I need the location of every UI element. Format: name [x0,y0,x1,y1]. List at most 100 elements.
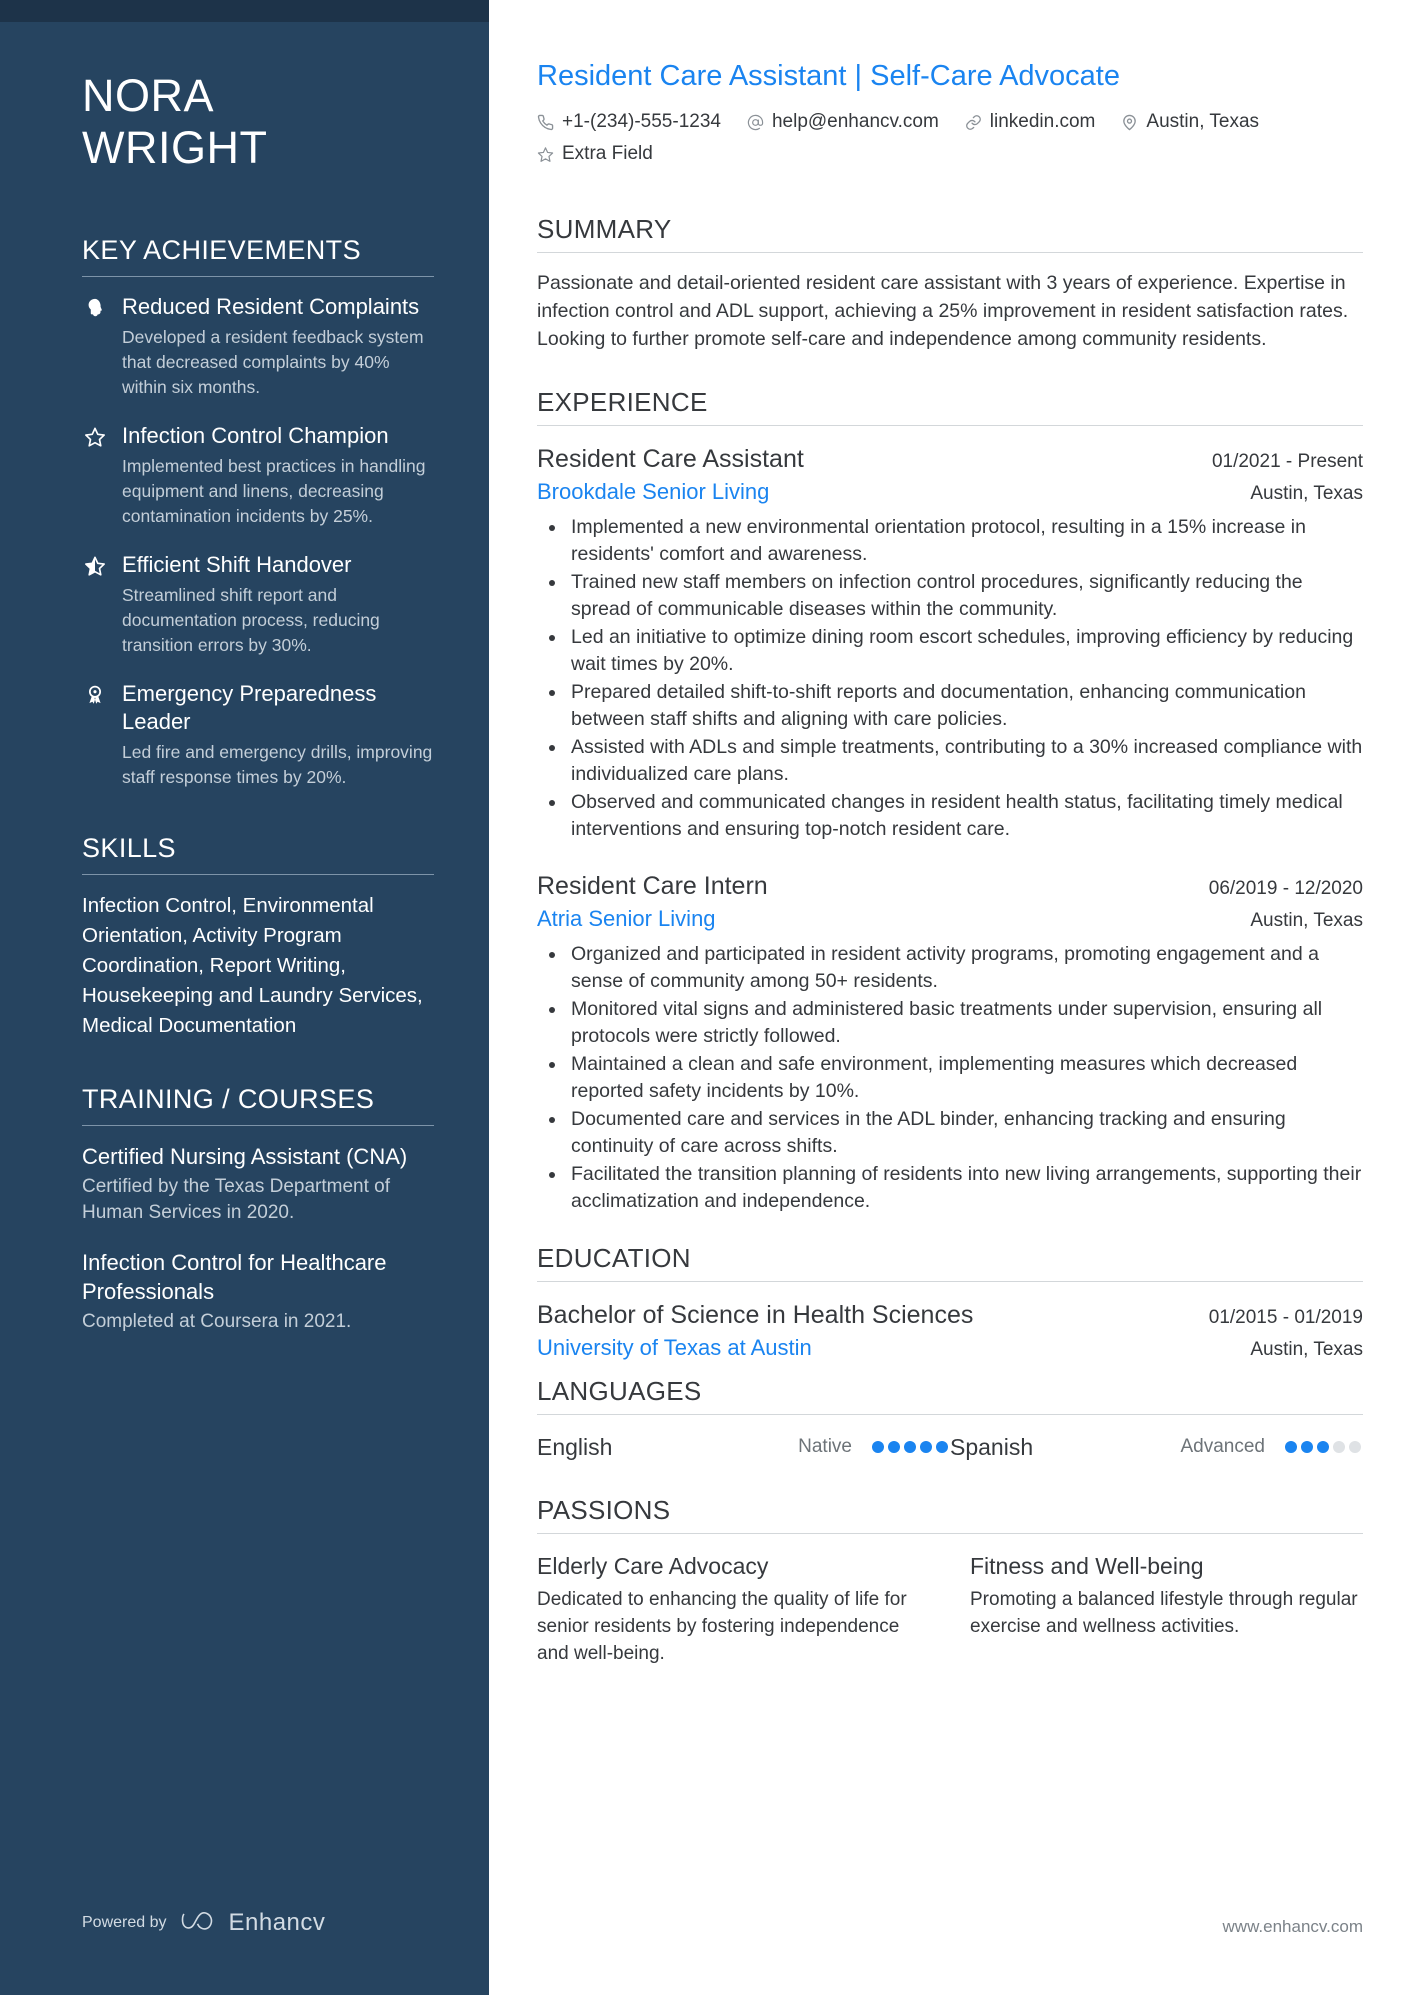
passion-description: Dedicated to enhancing the quality of li… [537,1589,907,1664]
achievement-description: Led fire and emergency drills, improving… [122,742,433,787]
experience-entry: Resident Care Assistant 01/2021 - Presen… [537,442,1363,843]
passions-heading: PASSIONS [537,1495,671,1525]
achievement-item: Reduced Resident Complaints Developed a … [82,293,434,400]
proficiency-dot [920,1441,932,1453]
passions-grid: Elderly Care Advocacy Dedicated to enhan… [537,1550,1363,1667]
bullet-item: Monitored vital signs and administered b… [567,996,1363,1050]
proficiency-dot [936,1441,948,1453]
passion-description: Promoting a balanced lifestyle through r… [970,1589,1358,1637]
contact-row-secondary: Extra Field [537,140,1363,168]
course-item: Infection Control for Healthcare Profess… [82,1248,434,1335]
section-training-courses: TRAINING / COURSES Certified Nursing Ass… [82,1083,434,1335]
passion-title: Elderly Care Advocacy [537,1553,769,1579]
divider [537,1281,1363,1282]
bullet-item: Trained new staff members on infection c… [567,569,1363,623]
education-degree: Bachelor of Science in Health Sciences [537,1301,974,1329]
phone-value: +1-(234)-555-1234 [562,111,721,132]
linkedin-value: linkedin.com [989,111,1096,132]
skills-heading: SKILLS [82,833,176,863]
proficiency-dot [1333,1441,1345,1453]
divider [537,425,1363,426]
experience-dates: 01/2021 - Present [1211,451,1363,472]
contact-phone[interactable]: +1-(234)-555-1234 [537,108,721,136]
experience-dates: 06/2019 - 12/2020 [1208,878,1363,899]
achievement-description: Implemented best practices in handling e… [122,456,426,526]
language-item: English Native [537,1431,950,1463]
contact-email[interactable]: help@enhancv.com [747,108,939,136]
head-profile-icon [82,293,108,400]
language-level: Native [798,1436,852,1457]
experience-bullets: Organized and participated in resident a… [537,941,1363,1215]
first-name: NORA [82,70,215,121]
divider [537,1533,1363,1534]
contact-linkedin[interactable]: linkedin.com [965,108,1096,136]
contact-info: +1-(234)-555-1234 help@enhancv.com linke… [537,108,1363,168]
sidebar-footer: Powered by Enhancv [82,1909,325,1937]
extra-field-value: Extra Field [562,143,653,164]
page-title: Resident Care Assistant | Self-Care Advo… [537,60,1120,92]
proficiency-dot [888,1441,900,1453]
achievement-title: Efficient Shift Handover [122,552,352,577]
divider [82,1125,434,1126]
course-title: Infection Control for Healthcare Profess… [82,1250,387,1304]
bullet-item: Observed and communicated changes in res… [567,789,1363,843]
experience-role: Resident Care Assistant [537,445,804,473]
bullet-item: Documented care and services in the ADL … [567,1106,1363,1160]
powered-by-label: Powered by [82,1914,167,1931]
language-proficiency-dots [872,1441,950,1453]
bullet-item: Maintained a clean and safe environment,… [567,1051,1363,1105]
section-key-achievements: KEY ACHIEVEMENTS Reduced Resident Compla… [82,234,434,790]
bullet-item: Prepared detailed shift-to-shift reports… [567,679,1363,733]
section-experience: EXPERIENCE Resident Care Assistant 01/20… [537,385,1363,1215]
contact-extra-field: Extra Field [537,140,653,168]
language-proficiency-dots [1285,1441,1363,1453]
skills-list: Infection Control, Environmental Orienta… [82,894,423,1037]
language-name: Spanish [950,1434,1034,1460]
language-item: Spanish Advanced [950,1431,1363,1463]
star-outline-icon [82,422,108,529]
contact-row-primary: +1-(234)-555-1234 help@enhancv.com linke… [537,108,1363,136]
experience-heading: EXPERIENCE [537,387,708,417]
course-description: Certified by the Texas Department of Hum… [82,1176,391,1223]
location-value: Austin, Texas [1146,111,1260,132]
experience-company[interactable]: Brookdale Senior Living [537,476,769,507]
location-pin-icon [1121,114,1138,131]
section-skills: SKILLS Infection Control, Environmental … [82,832,434,1041]
summary-text: Passionate and detail-oriented resident … [537,272,1349,350]
achievement-description: Streamlined shift report and documentati… [122,585,380,655]
enhancv-infinity-logo-icon [181,1910,215,1937]
passion-item: Fitness and Well-being Promoting a balan… [970,1550,1363,1667]
proficiency-dot [1317,1441,1329,1453]
achievement-item: Efficient Shift Handover Streamlined shi… [82,551,434,658]
footer-website-url[interactable]: www.enhancv.com [1223,1917,1363,1937]
bullet-item: Implemented a new environmental orientat… [567,514,1363,568]
training-heading: TRAINING / COURSES [82,1084,375,1114]
experience-company[interactable]: Atria Senior Living [537,903,716,934]
education-heading: EDUCATION [537,1243,691,1273]
last-name: WRIGHT [82,122,268,173]
language-level: Advanced [1180,1436,1265,1457]
course-title: Certified Nursing Assistant (CNA) [82,1144,408,1169]
contact-location: Austin, Texas [1121,108,1259,136]
divider [82,276,434,277]
achievement-description: Developed a resident feedback system tha… [122,327,424,397]
education-location: Austin, Texas [1250,1339,1363,1360]
main-content: Resident Care Assistant | Self-Care Advo… [489,0,1410,1995]
brand-name: Enhancv [228,1909,326,1936]
phone-icon [537,114,554,131]
divider [537,1414,1363,1415]
education-school[interactable]: University of Texas at Austin [537,1332,812,1363]
passion-title: Fitness and Well-being [970,1553,1204,1579]
sidebar: NORA WRIGHT KEY ACHIEVEMENTS Reduced Res… [0,0,489,1995]
section-passions: PASSIONS Elderly Care Advocacy Dedicated… [537,1493,1363,1667]
at-sign-icon [747,114,764,131]
education-dates: 01/2015 - 01/2019 [1208,1307,1363,1328]
section-summary: SUMMARY Passionate and detail-oriented r… [537,212,1363,353]
experience-location: Austin, Texas [1250,483,1363,504]
bullet-item: Led an initiative to optimize dining roo… [567,624,1363,678]
proficiency-dot [872,1441,884,1453]
achievement-title: Infection Control Champion [122,423,389,448]
experience-role: Resident Care Intern [537,872,768,900]
candidate-name: NORA WRIGHT [82,70,434,174]
experience-bullets: Implemented a new environmental orientat… [537,514,1363,843]
